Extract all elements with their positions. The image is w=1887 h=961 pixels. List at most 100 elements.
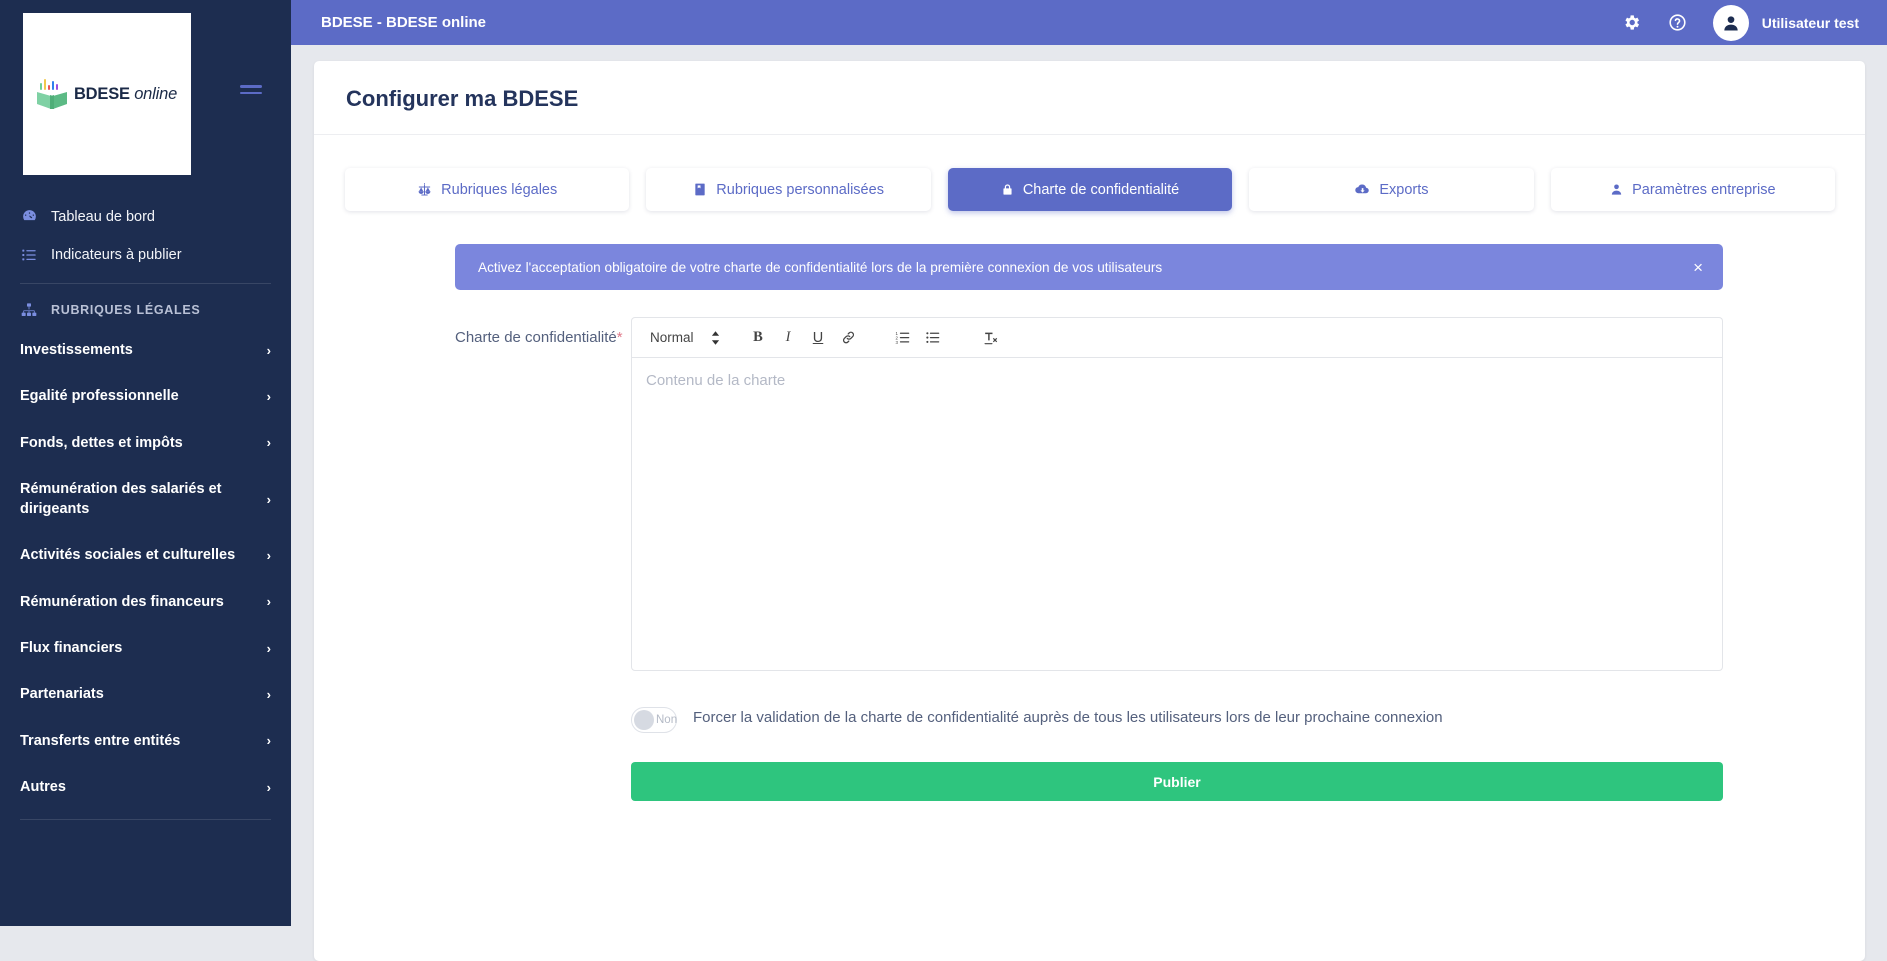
- sidebar-item-tableau-de-bord[interactable]: Tableau de bord: [0, 197, 291, 236]
- user-icon: [1610, 182, 1623, 197]
- brand-name: BDESE online: [73, 84, 178, 103]
- ordered-list-icon[interactable]: 123: [891, 325, 916, 350]
- sidebar-item-activites-sociales-culturelles[interactable]: Activités sociales et culturelles ›: [0, 532, 291, 578]
- editor-toolbar: Normal B I U 1 2 3: [631, 317, 1723, 357]
- sidebar-item-transferts-entre-entites[interactable]: Transferts entre entités ›: [0, 718, 291, 764]
- question-circle-icon[interactable]: [1655, 0, 1701, 45]
- clear-format-icon[interactable]: [978, 325, 1003, 350]
- charte-field-label: Charte de confidentialité*: [455, 317, 631, 671]
- sidebar-section-label: RUBRIQUES LÉGALES: [51, 303, 201, 317]
- required-marker: *: [616, 329, 623, 346]
- top-bar-actions: Utilisateur test: [1609, 0, 1887, 45]
- sitemap-icon: [20, 302, 38, 318]
- field-label-text: Charte de confidentialité: [455, 329, 617, 346]
- sidebar-divider: [20, 283, 271, 284]
- force-validation-label: Forcer la validation de la charte de con…: [693, 709, 1443, 726]
- user-icon: [1724, 15, 1738, 30]
- top-bar: BDESE - BDESE online Utilisateur test: [291, 0, 1887, 45]
- card-header: Configurer ma BDESE: [314, 61, 1865, 135]
- sidebar-section-rubriques-legales: RUBRIQUES LÉGALES: [0, 293, 291, 327]
- force-validation-row: Non Forcer la validation de la charte de…: [455, 707, 1723, 733]
- sidebar-item-investissements[interactable]: Investissements ›: [0, 327, 291, 373]
- alert-message: Activez l'acceptation obligatoire de vot…: [478, 259, 1163, 275]
- sidebar-item-label: Autres: [20, 778, 66, 795]
- sidebar-item-label: Rémunération des salariés et dirigeants: [20, 480, 222, 518]
- info-alert: Activez l'acceptation obligatoire de vot…: [455, 244, 1723, 290]
- tab-rubriques-personnalisees[interactable]: Rubriques personnalisées: [646, 168, 931, 211]
- toggle-state-label: Non: [656, 714, 678, 726]
- publish-row: Publier: [455, 762, 1723, 801]
- sidebar-item-remuneration-financeurs[interactable]: Rémunération des financeurs ›: [0, 579, 291, 625]
- editor-list-group: 123: [891, 325, 946, 350]
- chevron-right-icon: ›: [266, 491, 271, 507]
- charte-content-input[interactable]: Contenu de la charte: [631, 357, 1723, 671]
- main-content: Configurer ma BDESE Rubriques légales Ru…: [291, 45, 1887, 961]
- italic-icon[interactable]: I: [776, 325, 801, 350]
- tab-label: Exports: [1379, 181, 1429, 198]
- tab-label: Rubriques légales: [441, 181, 558, 198]
- close-icon[interactable]: ×: [1693, 259, 1703, 276]
- list-icon: [20, 247, 38, 263]
- tab-label: Charte de confidentialité: [1022, 181, 1180, 198]
- sidebar-top-nav: Tableau de bord Indicateurs à publier: [0, 197, 291, 274]
- chevron-right-icon: ›: [266, 687, 271, 703]
- sidebar-item-flux-financiers[interactable]: Flux financiers ›: [0, 625, 291, 671]
- sidebar-item-label: Tableau de bord: [51, 208, 155, 225]
- charte-form-row: Charte de confidentialité* Normal B I U …: [455, 317, 1723, 671]
- app-title: BDESE - BDESE online: [321, 14, 487, 31]
- sidebar-item-label: Transferts entre entités: [20, 732, 181, 749]
- bold-icon[interactable]: B: [746, 325, 771, 350]
- bullet-list-icon[interactable]: [921, 325, 946, 350]
- sidebar-item-egalite-professionnelle[interactable]: Egalité professionnelle ›: [0, 373, 291, 419]
- format-select-value: Normal: [650, 330, 694, 345]
- format-select[interactable]: Normal: [646, 330, 724, 345]
- dashboard-icon: [20, 208, 38, 225]
- username-label[interactable]: Utilisateur test: [1762, 15, 1859, 31]
- chevron-right-icon: ›: [266, 342, 271, 358]
- tab-charte-de-confidentialite[interactable]: Charte de confidentialité: [947, 168, 1233, 211]
- cloud-download-icon: [1354, 182, 1370, 197]
- force-validation-toggle[interactable]: Non: [631, 707, 677, 733]
- sidebar-item-label: Flux financiers: [20, 640, 123, 657]
- brand-logo[interactable]: BDESE online: [23, 13, 191, 175]
- sidebar-divider-bottom: [20, 819, 271, 821]
- gear-icon[interactable]: [1609, 0, 1655, 45]
- tab-parametres-entreprise[interactable]: Paramètres entreprise: [1550, 168, 1836, 211]
- rich-text-editor: Normal B I U 1 2 3 Contenu de la charte: [631, 317, 1723, 671]
- sidebar-item-label: Fonds, dettes et impôts: [20, 434, 183, 451]
- tab-label: Rubriques personnalisées: [716, 181, 884, 198]
- scales-icon: [417, 182, 432, 197]
- toggle-section: Non Forcer la validation de la charte de…: [455, 707, 1723, 801]
- tab-rubriques-legales[interactable]: Rubriques légales: [345, 168, 630, 211]
- book-icon: [693, 182, 707, 197]
- tab-label: Paramètres entreprise: [1632, 181, 1776, 198]
- hamburger-icon[interactable]: [240, 85, 262, 101]
- sidebar-item-label: Partenariats: [20, 686, 104, 703]
- sidebar: BDESE online Tableau de bord Indicateurs…: [0, 0, 291, 926]
- sidebar-item-remuneration-salaries-dirigeants[interactable]: Rémunération des salariés et dirigeants …: [0, 466, 291, 533]
- sidebar-item-partenariats[interactable]: Partenariats ›: [0, 671, 291, 717]
- editor-text-style-group: B I U: [746, 325, 861, 350]
- chevron-right-icon: ›: [266, 733, 271, 749]
- toggle-knob: [634, 710, 654, 730]
- avatar[interactable]: [1712, 4, 1749, 41]
- editor-clear-group: [978, 325, 1003, 350]
- sidebar-item-label: Egalité professionnelle: [20, 388, 179, 405]
- chevron-right-icon: ›: [266, 779, 271, 795]
- sidebar-item-fonds-dettes-impots[interactable]: Fonds, dettes et impôts ›: [0, 420, 291, 466]
- link-icon[interactable]: [836, 325, 861, 350]
- sidebar-item-indicateurs-a-publier[interactable]: Indicateurs à publier: [0, 236, 291, 274]
- chevron-right-icon: ›: [266, 435, 271, 451]
- sidebar-item-label: Indicateurs à publier: [51, 247, 182, 263]
- chevron-updown-icon: [711, 330, 720, 345]
- publish-button[interactable]: Publier: [631, 762, 1723, 801]
- lock-icon: [1001, 182, 1014, 197]
- sidebar-item-autres[interactable]: Autres ›: [0, 764, 291, 810]
- chevron-right-icon: ›: [266, 594, 271, 610]
- underline-icon[interactable]: U: [806, 325, 831, 350]
- sidebar-item-label: Rémunération des financeurs: [20, 593, 224, 610]
- tab-bar: Rubriques légales Rubriques personnalisé…: [314, 135, 1865, 211]
- tab-exports[interactable]: Exports: [1249, 168, 1534, 211]
- svg-text:3: 3: [896, 340, 899, 345]
- chevron-right-icon: ›: [266, 640, 271, 656]
